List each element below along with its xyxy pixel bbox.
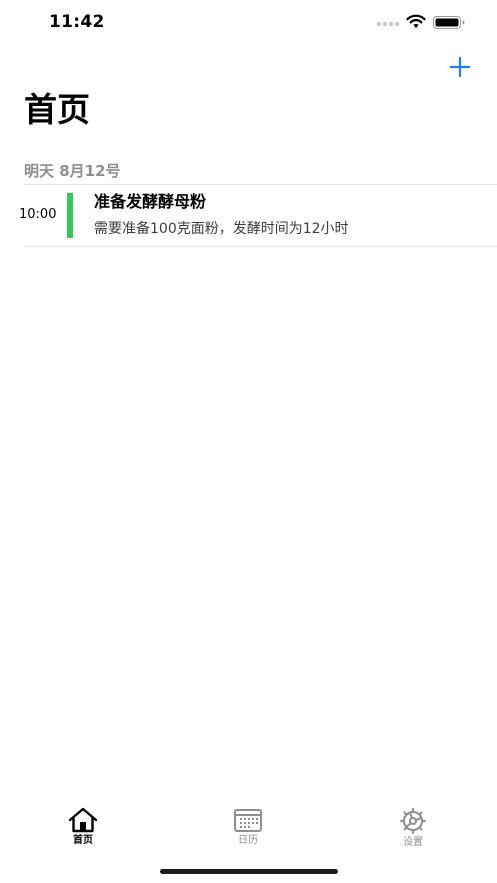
- tab-settings[interactable]: 设置: [373, 800, 453, 856]
- event-note: 需要准备100克面粉，发酵时间为12小时: [94, 221, 349, 237]
- calendar-icon: [234, 809, 262, 832]
- tab-home[interactable]: 首页: [43, 800, 123, 856]
- event-time: 10:00: [19, 207, 57, 222]
- tab-label: 日历: [238, 835, 258, 846]
- battery-icon: [433, 16, 465, 29]
- settings-icon: [400, 808, 426, 834]
- tab-label: 首页: [73, 835, 93, 846]
- tab-label: 设置: [403, 837, 423, 848]
- home-indicator[interactable]: [160, 869, 338, 874]
- status-time: 11:42: [49, 12, 105, 32]
- divider: [24, 184, 497, 185]
- signal-icon: [377, 22, 399, 26]
- add-button[interactable]: [446, 54, 474, 82]
- plus-icon: [449, 56, 471, 78]
- home-icon: [68, 807, 98, 833]
- tab-calendar[interactable]: 日历: [208, 800, 288, 856]
- wifi-icon: [406, 14, 426, 28]
- event-title: 准备发酵酵母粉: [94, 192, 207, 211]
- status-bar: 11:42: [0, 0, 497, 44]
- divider: [24, 246, 497, 247]
- event-color-bar: [67, 193, 73, 238]
- tab-bar: 首页 日历 设置: [0, 800, 497, 860]
- section-header: 明天 8月12号: [24, 162, 121, 180]
- page-title: 首页: [24, 90, 90, 129]
- event-row[interactable]: 10:00 准备发酵酵母粉 需要准备100克面粉，发酵时间为12小时: [0, 186, 497, 246]
